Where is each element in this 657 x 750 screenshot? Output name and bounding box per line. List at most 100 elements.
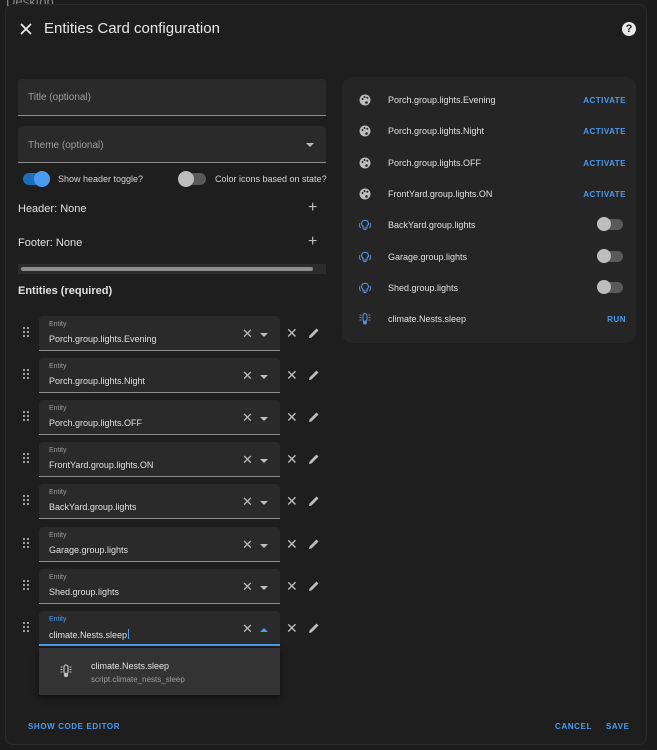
entity-field-value[interactable]: Porch.group.lights.OFF (49, 418, 142, 428)
preview-entity-name[interactable]: Porch.group.lights.Evening (388, 95, 496, 105)
edit-entity-icon[interactable] (307, 621, 321, 635)
entities-section-title: Entities (required) (18, 285, 113, 297)
edit-entity-icon[interactable] (307, 452, 321, 466)
chevron-down-icon[interactable] (260, 417, 268, 421)
cancel-button[interactable]: CANCEL (555, 722, 592, 731)
clear-icon[interactable]: ✕ (242, 538, 253, 551)
palette-icon[interactable] (359, 125, 371, 137)
edit-entity-icon[interactable] (307, 326, 321, 340)
palette-icon[interactable] (359, 188, 371, 200)
close-icon[interactable] (18, 21, 34, 37)
show-header-toggle-label: Show header toggle? (58, 174, 144, 184)
palette-icon[interactable] (359, 94, 371, 106)
remove-entity-icon[interactable]: ✕ (286, 494, 298, 508)
preview-entity-name[interactable]: Shed.group.lights (388, 283, 458, 293)
remove-entity-icon[interactable]: ✕ (286, 621, 298, 635)
entity-field-value[interactable]: climate.Nests.sleep (49, 629, 130, 640)
activate-button[interactable]: ACTIVATE (583, 96, 626, 105)
entity-picker[interactable]: Entity Porch.group.lights.Evening ✕ (39, 316, 280, 351)
remove-entity-icon[interactable]: ✕ (286, 326, 298, 340)
drag-handle-icon[interactable] (23, 622, 31, 632)
entity-field-value[interactable]: Garage.group.lights (49, 545, 128, 555)
drag-handle-icon[interactable] (23, 538, 31, 548)
add-footer-icon[interactable]: + (308, 234, 317, 250)
entity-picker[interactable]: Entity FrontYard.group.lights.ON ✕ (39, 442, 280, 477)
preview-entity-name[interactable]: climate.Nests.sleep (388, 314, 466, 324)
chevron-down-icon[interactable] (260, 501, 268, 505)
drag-handle-icon[interactable] (23, 411, 31, 421)
help-icon[interactable]: ? (622, 22, 636, 36)
add-header-icon[interactable]: + (308, 200, 317, 216)
text-cursor (128, 629, 130, 639)
edit-entity-icon[interactable] (307, 537, 321, 551)
drag-handle-icon[interactable] (23, 453, 31, 463)
preview-entity-name[interactable]: BackYard.group.lights (388, 220, 475, 230)
chevron-down-icon[interactable] (260, 586, 268, 590)
remove-entity-icon[interactable]: ✕ (286, 368, 298, 382)
chevron-down-icon[interactable] (260, 459, 268, 463)
entity-picker[interactable]: Entity climate.Nests.sleep ✕ (39, 611, 280, 646)
horizontal-scrollbar[interactable] (18, 264, 326, 274)
drag-handle-icon[interactable] (23, 369, 31, 379)
show-header-toggle[interactable] (23, 171, 50, 187)
entity-toggle[interactable] (597, 280, 623, 294)
clear-icon[interactable]: ✕ (242, 622, 253, 635)
color-icons-toggle[interactable] (178, 171, 206, 187)
lightbulb-group-icon[interactable] (359, 219, 371, 231)
activate-button[interactable]: ACTIVATE (583, 190, 626, 199)
clear-icon[interactable]: ✕ (242, 495, 253, 508)
edit-entity-icon[interactable] (307, 368, 321, 382)
preview-entity-name[interactable]: FrontYard.group.lights.ON (388, 189, 492, 199)
entity-suggestion-item[interactable]: climate.Nests.sleep script.climate_nests… (39, 648, 280, 695)
title-input[interactable]: Title (optional) (18, 79, 326, 116)
preview-entity-name[interactable]: Garage.group.lights (388, 252, 467, 262)
entity-field-value[interactable]: Porch.group.lights.Night (49, 376, 145, 386)
entity-field-value[interactable]: Shed.group.lights (49, 587, 119, 597)
chevron-up-icon[interactable] (260, 628, 268, 632)
preview-entity-name[interactable]: Porch.group.lights.Night (388, 126, 484, 136)
drag-handle-icon[interactable] (23, 495, 31, 505)
entity-picker[interactable]: Entity Shed.group.lights ✕ (39, 569, 280, 604)
show-code-editor-button[interactable]: SHOW CODE EDITOR (28, 722, 120, 731)
edit-entity-icon[interactable] (307, 410, 321, 424)
entity-picker[interactable]: Entity Porch.group.lights.Night ✕ (39, 358, 280, 393)
entity-toggle[interactable] (597, 249, 623, 263)
preview-entity-row: FrontYard.group.lights.ON ACTIVATE (342, 179, 636, 209)
drag-handle-icon[interactable] (23, 327, 31, 337)
script-icon[interactable] (359, 313, 371, 325)
footer-row-label: Footer: None (18, 237, 83, 249)
remove-entity-icon[interactable]: ✕ (286, 452, 298, 466)
entity-picker[interactable]: Entity BackYard.group.lights ✕ (39, 484, 280, 519)
script-icon (60, 664, 72, 678)
clear-icon[interactable]: ✕ (242, 453, 253, 466)
remove-entity-icon[interactable]: ✕ (286, 410, 298, 424)
run-button[interactable]: RUN (607, 315, 626, 324)
remove-entity-icon[interactable]: ✕ (286, 537, 298, 551)
clear-icon[interactable]: ✕ (242, 411, 253, 424)
chevron-down-icon[interactable] (260, 544, 268, 548)
clear-icon[interactable]: ✕ (242, 327, 253, 340)
palette-icon[interactable] (359, 157, 371, 169)
clear-icon[interactable]: ✕ (242, 369, 253, 382)
lightbulb-group-icon[interactable] (359, 282, 371, 294)
activate-button[interactable]: ACTIVATE (583, 159, 626, 168)
remove-entity-icon[interactable]: ✕ (286, 579, 298, 593)
activate-button[interactable]: ACTIVATE (583, 127, 626, 136)
entity-field-value[interactable]: Porch.group.lights.Evening (49, 334, 157, 344)
preview-entity-name[interactable]: Porch.group.lights.OFF (388, 158, 481, 168)
chevron-down-icon[interactable] (260, 375, 268, 379)
entity-field-value[interactable]: BackYard.group.lights (49, 502, 136, 512)
theme-select[interactable]: Theme (optional) (18, 126, 326, 163)
lightbulb-group-icon[interactable] (359, 251, 371, 263)
chevron-down-icon[interactable] (260, 333, 268, 337)
drag-handle-icon[interactable] (23, 580, 31, 590)
entity-field-value[interactable]: FrontYard.group.lights.ON (49, 460, 153, 470)
entity-picker[interactable]: Entity Porch.group.lights.OFF ✕ (39, 400, 280, 435)
edit-entity-icon[interactable] (307, 494, 321, 508)
entity-toggle[interactable] (597, 217, 623, 231)
clear-icon[interactable]: ✕ (242, 580, 253, 593)
save-button[interactable]: SAVE (606, 722, 630, 731)
scrollbar-thumb[interactable] (21, 267, 313, 271)
entity-picker[interactable]: Entity Garage.group.lights ✕ (39, 527, 280, 562)
edit-entity-icon[interactable] (307, 579, 321, 593)
